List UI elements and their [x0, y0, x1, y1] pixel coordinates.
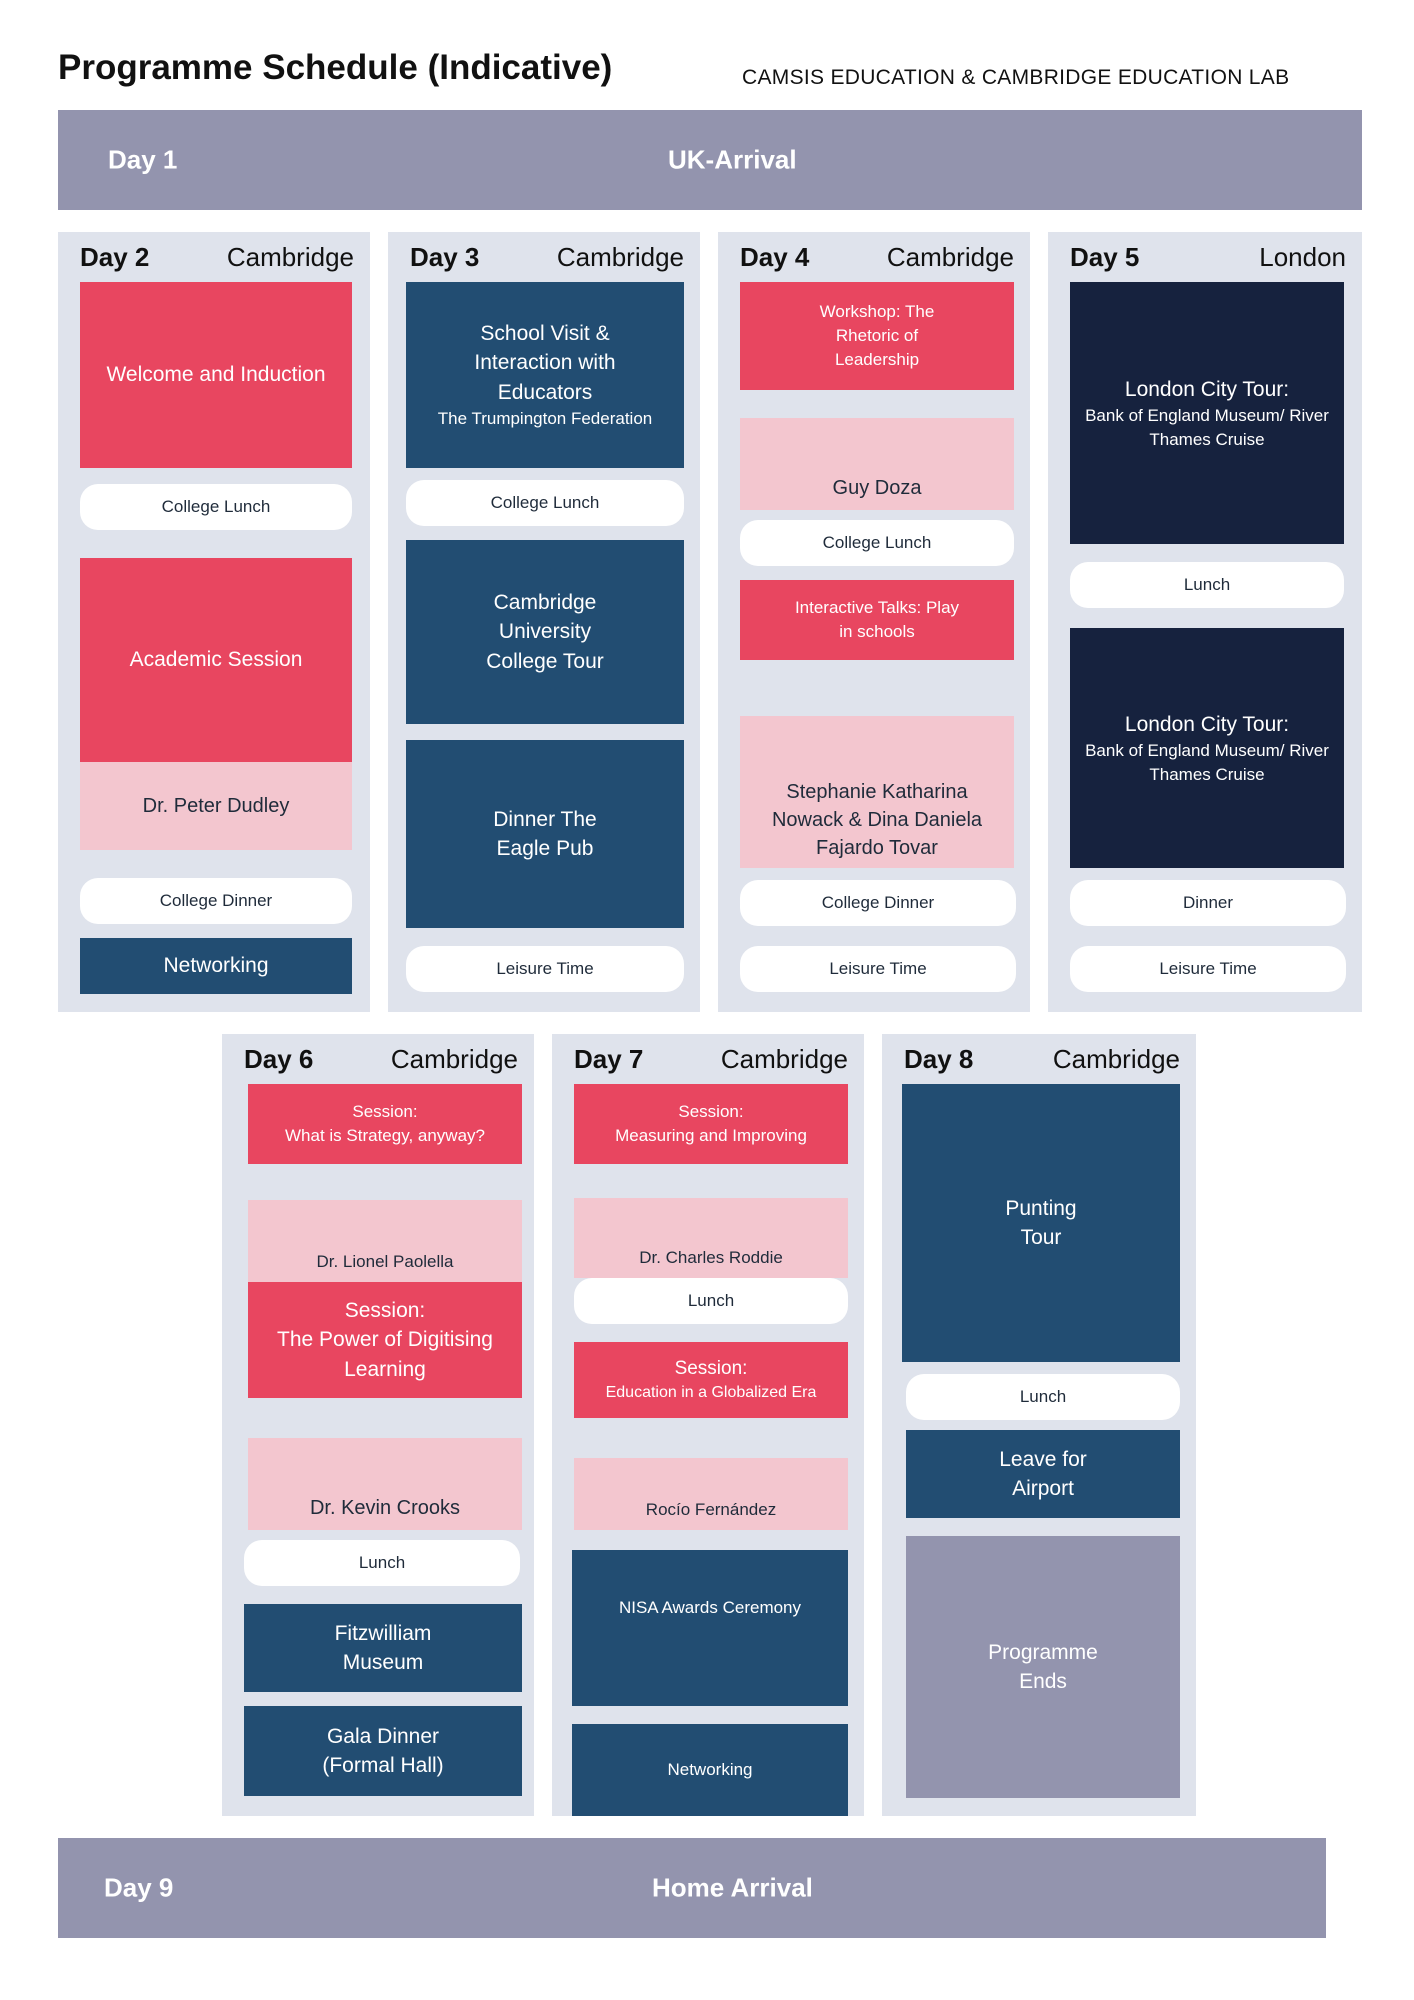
- event-block: Academic Session: [80, 558, 352, 762]
- speaker-block: Guy Doza: [740, 418, 1014, 510]
- event-block: Dinner The Eagle Pub: [406, 740, 684, 928]
- event-block: Punting Tour: [902, 1084, 1180, 1362]
- day-location: Cambridge: [226, 242, 354, 272]
- event-block: Gala Dinner (Formal Hall): [244, 1706, 522, 1796]
- day-location: Cambridge: [886, 242, 1014, 272]
- day-column-4: Day 4 Cambridge Workshop: The Rhetoric of…: [718, 232, 1030, 1012]
- home-arrival-label: Home Arrival: [652, 1872, 813, 1903]
- event-block: Session: Education in a Globalized Era: [574, 1342, 848, 1418]
- day-location: Cambridge: [390, 1044, 518, 1074]
- meal-pill: College Dinner: [80, 878, 352, 924]
- day-label: Day 5: [1070, 242, 1140, 272]
- meal-pill: College Dinner: [740, 880, 1016, 926]
- day-label: Day 9: [104, 1872, 174, 1903]
- event-block: Networking: [80, 938, 352, 994]
- event-block: London City Tour: Bank of England Museum…: [1070, 628, 1344, 868]
- event-block: Interactive Talks: Play in schools: [740, 580, 1014, 660]
- leisure-pill: Leisure Time: [406, 946, 684, 992]
- leisure-pill: Leisure Time: [1070, 946, 1346, 992]
- event-block: Cambridge University College Tour: [406, 540, 684, 724]
- meal-pill: Lunch: [244, 1540, 520, 1586]
- event-block: London City Tour: Bank of England Museum…: [1070, 282, 1344, 544]
- meal-pill: Lunch: [1070, 562, 1344, 608]
- speaker-block: Dr. Peter Dudley: [80, 762, 352, 850]
- day-location: London: [1259, 242, 1346, 272]
- day-label: Day 2: [80, 242, 150, 272]
- event-block: Fitzwilliam Museum: [244, 1604, 522, 1692]
- day-label: Day 4: [740, 242, 810, 272]
- day9-band: Day 9 Home Arrival: [58, 1838, 1326, 1938]
- page-title: Programme Schedule (Indicative): [58, 48, 613, 87]
- day-location: Cambridge: [1052, 1044, 1180, 1074]
- day-label: Day 1: [108, 144, 178, 175]
- speaker-block: Rocío Fernández: [574, 1458, 848, 1530]
- meal-pill: Lunch: [906, 1374, 1180, 1420]
- speaker-block: Dr. Lionel Paolella: [248, 1200, 522, 1282]
- event-block: Leave for Airport: [906, 1430, 1180, 1518]
- day-column-5: Day 5 London London City Tour: Bank of En…: [1048, 232, 1362, 1012]
- day-label: Day 6: [244, 1044, 314, 1074]
- event-block: Networking: [572, 1724, 848, 1816]
- event-block: Session: The Power of Digitising Learning: [248, 1282, 522, 1398]
- day-label: Day 7: [574, 1044, 644, 1074]
- event-block: NISA Awards Ceremony: [572, 1550, 848, 1706]
- meal-pill: Lunch: [574, 1278, 848, 1324]
- speaker-block: Dr. Charles Roddie: [574, 1198, 848, 1278]
- meal-pill: College Lunch: [406, 480, 684, 526]
- speaker-block: Dr. Kevin Crooks: [248, 1438, 522, 1530]
- meal-pill: College Lunch: [740, 520, 1014, 566]
- meal-pill: Dinner: [1070, 880, 1346, 926]
- day-label: Day 3: [410, 242, 480, 272]
- event-block: Session: What is Strategy, anyway?: [248, 1084, 522, 1164]
- event-block: Session: Measuring and Improving: [574, 1084, 848, 1164]
- leisure-pill: Leisure Time: [740, 946, 1016, 992]
- day-column-2: Day 2 Cambridge Welcome and Induction Col…: [58, 232, 370, 1012]
- day-column-7: Day 7 Cambridge Session: Measuring and Imp…: [552, 1034, 864, 1816]
- day-location: Cambridge: [556, 242, 684, 272]
- day-column-3: Day 3 Cambridge School Visit & Interactio…: [388, 232, 700, 1012]
- day-column-8: Day 8 Cambridge Punting Tour Lunch Leave …: [882, 1034, 1196, 1816]
- speaker-block: Stephanie Katharina Nowack & Dina Daniel…: [740, 716, 1014, 868]
- event-block: Welcome and Induction: [80, 282, 352, 468]
- arrival-label: UK-Arrival: [668, 144, 797, 175]
- event-block: Programme Ends: [906, 1536, 1180, 1798]
- day-location: Cambridge: [720, 1044, 848, 1074]
- event-block: Workshop: The Rhetoric of Leadership: [740, 282, 1014, 390]
- day-label: Day 8: [904, 1044, 974, 1074]
- day1-band: Day 1 UK-Arrival: [58, 110, 1362, 210]
- meal-pill: College Lunch: [80, 484, 352, 530]
- organisers: CAMSIS EDUCATION & CAMBRIDGE EDUCATION L…: [742, 66, 1290, 89]
- day-column-6: Day 6 Cambridge Session: What is Strategy,…: [222, 1034, 534, 1816]
- event-block: School Visit & Interaction with Educator…: [406, 282, 684, 468]
